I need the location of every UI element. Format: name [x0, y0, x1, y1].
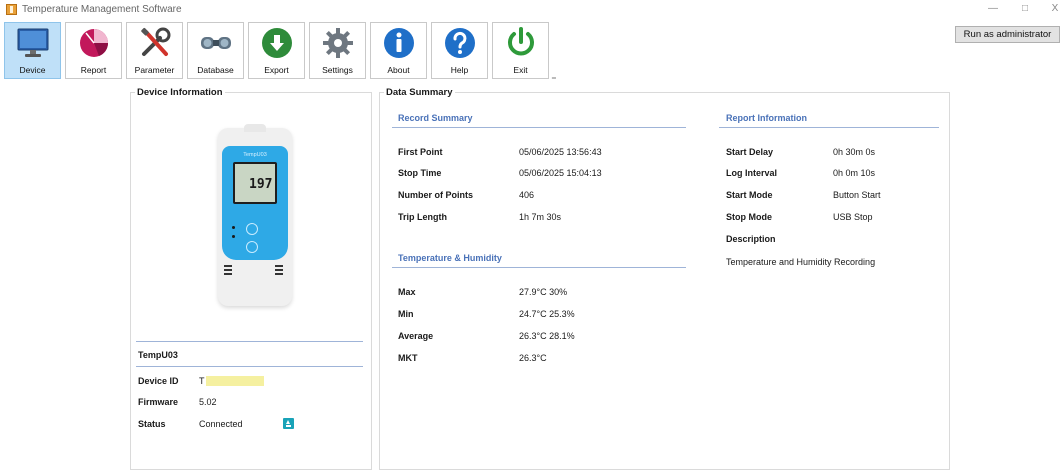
start-mode-value: Button Start [833, 190, 881, 200]
log-interval-label: Log Interval [726, 168, 778, 178]
toolbar-report-button[interactable]: Report [65, 22, 122, 79]
monitor-icon [17, 28, 49, 57]
device-model: TempU03 [138, 350, 178, 360]
toolbar-help-label: Help [450, 65, 469, 75]
record-summary-header: Record Summary [398, 113, 473, 123]
trip-length-label: Trip Length [398, 212, 447, 222]
device-lcd-screen: 197 [233, 162, 277, 204]
title-bar: Temperature Management Software — □ X [0, 0, 1063, 20]
window-title: Temperature Management Software [22, 4, 182, 15]
mkt-label: MKT [398, 353, 418, 363]
divider [392, 127, 686, 128]
firmware-value: 5.02 [199, 397, 217, 407]
first-point-label: First Point [398, 147, 443, 157]
toolbar-about-button[interactable]: About [370, 22, 427, 79]
start-mode-label: Start Mode [726, 190, 773, 200]
toolbar-device-button[interactable]: Device [4, 22, 61, 79]
start-delay-label: Start Delay [726, 147, 774, 157]
toolbar-export-button[interactable]: Export [248, 22, 305, 79]
description-label: Description [726, 234, 776, 244]
mkt-value: 26.3°C [519, 353, 547, 363]
data-summary-title: Data Summary [384, 87, 455, 98]
device-id-label: Device ID [138, 376, 179, 386]
toolbar-database-button[interactable]: Database [187, 22, 244, 79]
divider [719, 127, 939, 128]
status-label: Status [138, 419, 166, 429]
log-interval-value: 0h 0m 10s [833, 168, 876, 178]
average-value: 26.3°C 28.1% [519, 331, 575, 341]
toolbar-database-label: Database [197, 65, 234, 75]
device-image: TempU03 197 [218, 124, 292, 306]
toolbar-parameter-label: Parameter [134, 65, 175, 75]
divider [136, 366, 363, 367]
run-as-administrator-button[interactable]: Run as administrator [955, 26, 1060, 43]
device-hanger [244, 124, 266, 132]
toolbar-export-label: Export [264, 65, 289, 75]
binoculars-icon [201, 37, 231, 49]
toolbar-overflow-grip[interactable]: ‗ [552, 72, 556, 79]
stop-time-label: Stop Time [398, 168, 442, 178]
average-label: Average [398, 331, 434, 341]
device-vent [275, 265, 283, 275]
toolbar-parameter-button[interactable]: Parameter [126, 22, 183, 79]
device-stop-button-graphic [246, 241, 258, 253]
tools-icon [141, 27, 171, 56]
toolbar-settings-button[interactable]: Settings [309, 22, 366, 79]
device-brand-label: TempU03 [243, 152, 267, 158]
max-label: Max [398, 287, 416, 297]
report-information-header: Report Information [726, 113, 807, 123]
app-icon [6, 4, 17, 15]
device-lcd-value: 197 [249, 177, 273, 192]
number-of-points-label: Number of Points [398, 190, 474, 200]
toolbar-exit-label: Exit [513, 65, 528, 75]
start-delay-value: 0h 30m 0s [833, 147, 876, 157]
first-point-value: 05/06/2025 13:56:43 [519, 147, 602, 157]
export-arrow-icon [262, 28, 292, 58]
device-led [232, 235, 235, 238]
device-vent [224, 265, 232, 275]
toolbar-help-button[interactable]: Help [431, 22, 488, 79]
min-value: 24.7°C 25.3% [519, 309, 575, 319]
toolbar-about-label: About [387, 65, 410, 75]
min-label: Min [398, 309, 414, 319]
toolbar-settings-label: Settings [322, 65, 353, 75]
toolbar-device-label: Device [19, 65, 46, 75]
device-id-value: T [199, 376, 205, 386]
device-id-redaction [206, 376, 264, 386]
close-button[interactable]: X [1045, 2, 1063, 16]
pie-chart-icon [80, 29, 108, 57]
divider [136, 341, 363, 342]
eject-icon[interactable] [283, 418, 294, 429]
stop-mode-value: USB Stop [833, 212, 873, 222]
device-play-button-graphic [246, 223, 258, 235]
number-of-points-value: 406 [519, 190, 535, 200]
stop-mode-label: Stop Mode [726, 212, 772, 222]
firmware-label: Firmware [138, 397, 179, 407]
maximize-button[interactable]: □ [1015, 2, 1035, 16]
divider [392, 267, 686, 268]
temperature-humidity-header: Temperature & Humidity [398, 253, 502, 263]
power-icon [508, 27, 534, 56]
toolbar-report-label: Report [80, 65, 107, 75]
gear-icon [323, 28, 353, 58]
status-value: Connected [199, 419, 243, 429]
device-information-title: Device Information [135, 87, 225, 98]
description-value: Temperature and Humidity Recording [726, 257, 876, 267]
device-body: TempU03 197 [222, 146, 288, 260]
max-value: 27.9°C 30% [519, 287, 568, 297]
trip-length-value: 1h 7m 30s [519, 212, 562, 222]
stop-time-value: 05/06/2025 15:04:13 [519, 168, 602, 178]
minimize-button[interactable]: — [983, 2, 1003, 16]
toolbar-exit-button[interactable]: Exit [492, 22, 549, 79]
device-led [232, 226, 235, 229]
help-icon [445, 28, 475, 58]
info-icon [384, 28, 414, 58]
